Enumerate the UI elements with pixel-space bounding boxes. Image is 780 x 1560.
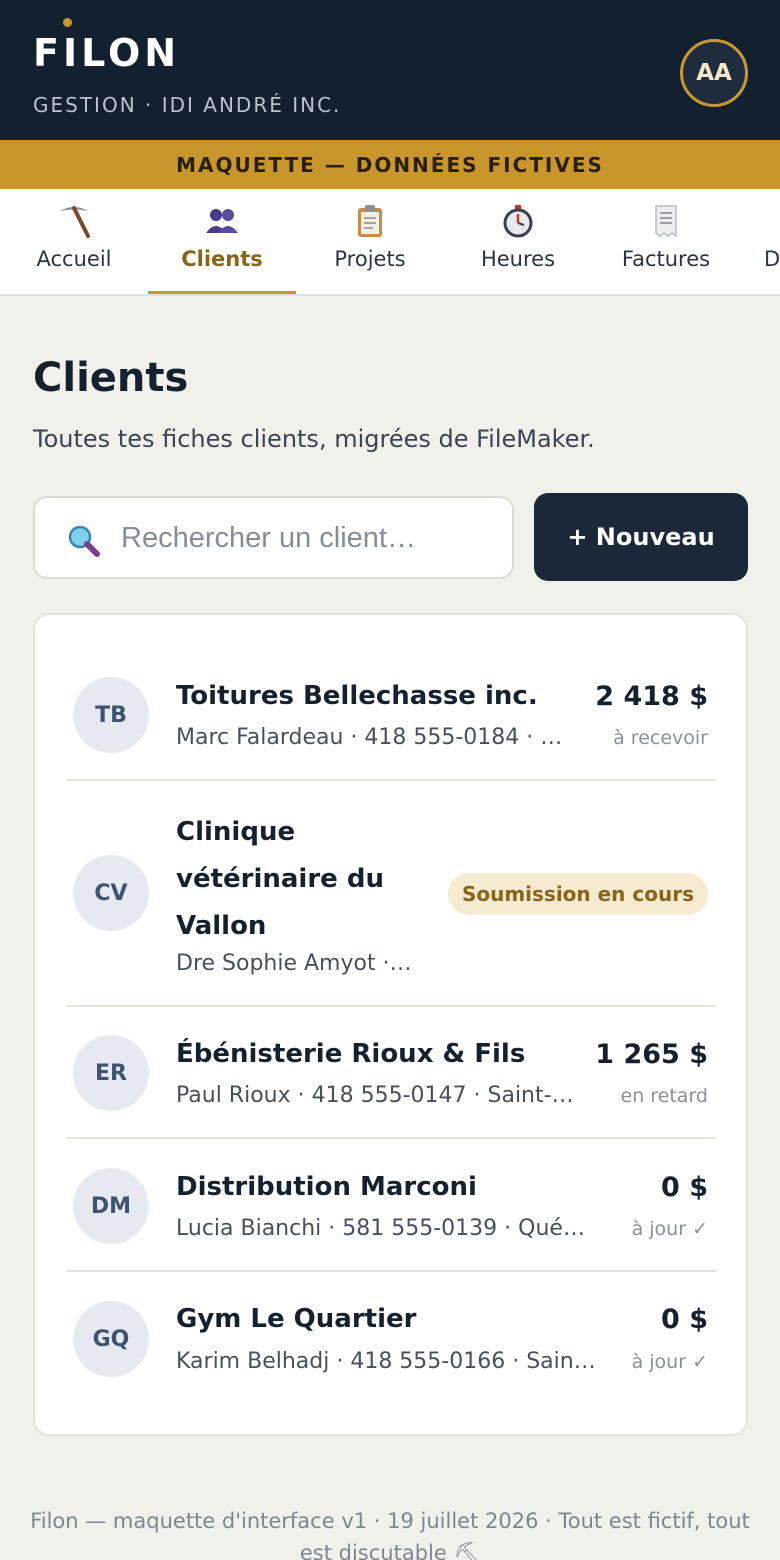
client-status: en retard — [620, 1085, 709, 1107]
main-nav: Accueil Clients Projets Heures Factures … — [0, 189, 780, 296]
tab-label: Projets — [334, 247, 406, 271]
client-amount: 0 $ — [661, 1304, 708, 1335]
client-meta: Lucia Bianchi · 581 555-0139 · Québec — [176, 1216, 596, 1241]
client-amount: 2 418 $ — [595, 681, 708, 712]
stopwatch-icon — [444, 203, 592, 239]
client-name[interactable]: Gym Le Quartier — [176, 1304, 416, 1334]
tab-label: Clients — [181, 247, 263, 271]
mockup-banner: MAQUETTE — DONNÉES FICTIVES — [0, 140, 780, 189]
client-amount: 0 $ — [661, 1172, 708, 1203]
tab-overflow[interactable]: D — [764, 247, 780, 271]
tab-label: Accueil — [36, 247, 112, 271]
client-name[interactable]: Ébénisterie Rioux & Fils — [176, 1039, 525, 1069]
client-amount: 1 265 $ — [595, 1039, 708, 1070]
page-description: Toutes tes fiches clients, migrées de Fi… — [33, 425, 595, 453]
page-footer: Filon — maquette d'interface v1 · 19 jui… — [30, 1509, 750, 1560]
client-meta: Dre Sophie Amyot · ... — [176, 951, 416, 976]
page-title: Clients — [33, 355, 189, 401]
client-row[interactable]: ER Ébénisterie Rioux & Fils Paul Rioux ·… — [67, 1007, 716, 1139]
client-avatar: CV — [73, 855, 149, 931]
app-header: FILON GESTION · IDI ANDRÉ INC. AA — [0, 0, 780, 140]
client-row[interactable]: TB Toitures Bellechasse inc. Marc Falard… — [67, 645, 716, 781]
status-badge: Soumission en cours — [447, 873, 708, 915]
new-client-button[interactable]: + Nouveau — [534, 493, 748, 581]
search-icon — [67, 524, 101, 562]
client-avatar: GQ — [73, 1301, 149, 1377]
app-subtitle: GESTION · IDI ANDRÉ INC. — [33, 93, 342, 117]
people-icon — [148, 203, 296, 239]
client-row[interactable]: CV Clinique vétérinaire du Vallon Dre So… — [67, 781, 716, 1007]
client-row[interactable]: DM Distribution Marconi Lucia Bianchi · … — [67, 1139, 716, 1272]
tab-label: Factures — [621, 247, 711, 271]
client-status: à recevoir — [613, 727, 708, 749]
client-meta: Paul Rioux · 418 555-0147 · Saint-N... — [176, 1083, 576, 1108]
client-name[interactable]: Distribution Marconi — [176, 1172, 477, 1202]
receipt-icon — [592, 203, 740, 239]
tab-clients[interactable]: Clients — [148, 189, 296, 294]
search-input[interactable] — [121, 516, 491, 560]
app-logo[interactable]: FILON — [33, 30, 180, 76]
client-avatar: TB — [73, 677, 149, 753]
client-meta: Marc Falardeau · 418 555-0184 · Q... — [176, 725, 568, 750]
client-name[interactable]: Toitures Bellechasse inc. — [176, 681, 538, 711]
client-status: à jour ✓ — [631, 1351, 708, 1373]
tab-projets[interactable]: Projets — [296, 189, 444, 294]
active-tab-indicator — [148, 291, 296, 294]
client-status: à jour ✓ — [631, 1218, 708, 1240]
search-box[interactable] — [33, 496, 514, 579]
user-avatar[interactable]: AA — [680, 39, 748, 107]
client-avatar: ER — [73, 1035, 149, 1111]
client-meta: Karim Belhadj · 418 555-0166 · Sainte... — [176, 1349, 596, 1374]
logo-accent-dot — [63, 18, 72, 27]
tab-label: Heures — [480, 247, 556, 271]
client-avatar: DM — [73, 1168, 149, 1244]
tab-factures[interactable]: Factures — [592, 189, 740, 294]
tab-heures[interactable]: Heures — [444, 189, 592, 294]
client-list: TB Toitures Bellechasse inc. Marc Falard… — [33, 613, 748, 1436]
pickaxe-icon — [0, 203, 148, 239]
clipboard-icon — [296, 203, 444, 239]
client-row[interactable]: GQ Gym Le Quartier Karim Belhadj · 418 5… — [67, 1272, 716, 1406]
tab-accueil[interactable]: Accueil — [0, 189, 148, 294]
client-name[interactable]: Clinique vétérinaire du Vallon — [176, 809, 396, 950]
